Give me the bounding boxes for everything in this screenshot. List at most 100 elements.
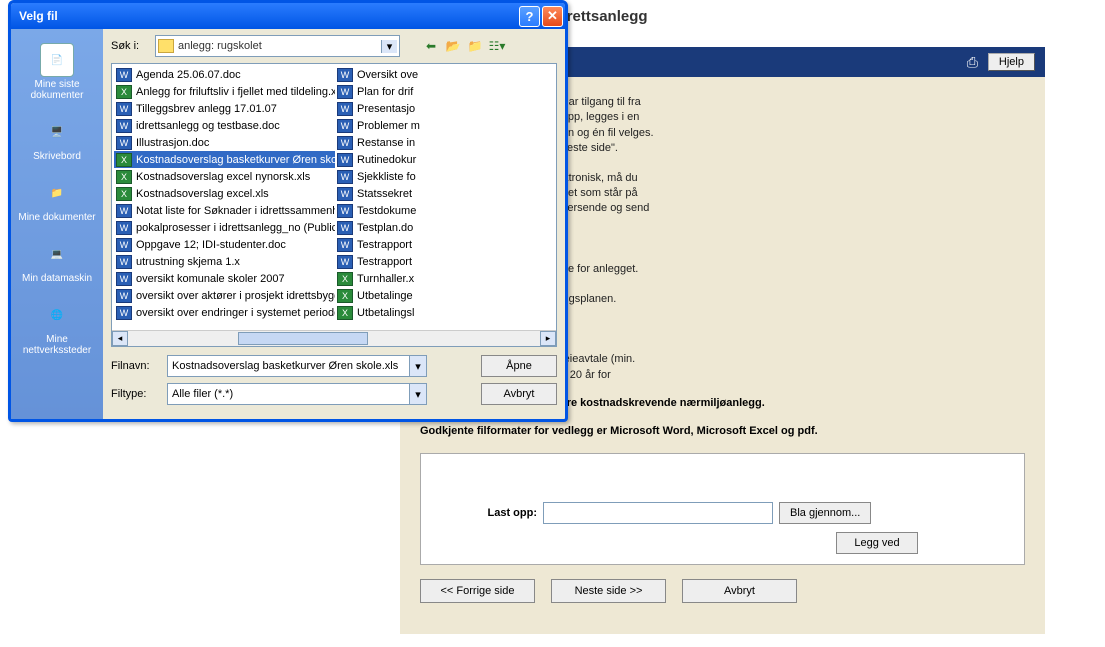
file-item[interactable]: W Testrapport <box>335 253 556 270</box>
word-file-icon: W <box>116 255 132 269</box>
word-file-icon: W <box>337 68 353 82</box>
word-file-icon: W <box>337 204 353 218</box>
word-file-icon: W <box>116 136 132 150</box>
chevron-down-icon[interactable]: ▾ <box>409 384 426 404</box>
file-item[interactable]: W Testplan.do <box>335 219 556 236</box>
scroll-thumb[interactable] <box>238 332 368 345</box>
cancel-page-button[interactable]: Avbryt <box>682 579 797 603</box>
file-name: Utbetalingsl <box>357 307 414 319</box>
scroll-left-icon[interactable]: ◂ <box>112 331 128 346</box>
place-label: Mine dokumenter <box>18 212 95 223</box>
file-item[interactable]: WOppgave 12; IDI-studenter.doc <box>114 236 335 253</box>
help-button[interactable]: Hjelp <box>988 53 1035 71</box>
file-name: Anlegg for friluftsliv i fjellet med til… <box>136 86 335 98</box>
file-item[interactable]: Woversikt over endringer i systemet peri… <box>114 304 335 321</box>
word-file-icon: W <box>337 85 353 99</box>
file-item[interactable]: WNotat liste for Søknader i idrettssamme… <box>114 202 335 219</box>
file-item[interactable]: XAnlegg for friluftsliv i fjellet med ti… <box>114 83 335 100</box>
lookin-combo[interactable]: anlegg: rugskolet ▾ <box>155 35 400 57</box>
chevron-down-icon[interactable]: ▾ <box>381 40 397 53</box>
file-name: Oppgave 12; IDI-studenter.doc <box>136 239 286 251</box>
place-label: Min datamaskin <box>22 273 92 284</box>
back-icon[interactable]: ⬅ <box>422 37 440 55</box>
filename-input[interactable]: Kostnadsoverslag basketkurver Øren skole… <box>167 355 427 377</box>
file-name: Turnhaller.x <box>357 273 414 285</box>
file-item[interactable]: WOversikt ove <box>335 66 556 83</box>
file-name: Kostnadsoverslag excel nynorsk.xls <box>136 171 310 183</box>
views-icon[interactable]: ☷▾ <box>488 37 506 55</box>
word-file-icon: W <box>337 255 353 269</box>
scroll-right-icon[interactable]: ▸ <box>540 331 556 346</box>
word-file-icon: W <box>116 221 132 235</box>
file-item[interactable]: W Illustrasjon.doc <box>114 134 335 151</box>
word-file-icon: W <box>337 102 353 116</box>
attach-button[interactable]: Legg ved <box>836 532 918 554</box>
file-name: Testrapport <box>357 256 412 268</box>
file-item[interactable]: X Utbetalinge <box>335 287 556 304</box>
file-name: idrettsanlegg og testbase.doc <box>136 120 280 132</box>
file-item[interactable]: W Presentasjo <box>335 100 556 117</box>
file-item[interactable]: W Problemer m <box>335 117 556 134</box>
file-item[interactable]: WPlan for drif <box>335 83 556 100</box>
file-item[interactable]: WRestanse in <box>335 134 556 151</box>
browse-button[interactable]: Bla gjennom... <box>779 502 871 524</box>
place-label: Mine nettverkssteder <box>23 334 91 356</box>
file-name: oversikt over aktører i prosjekt idretts… <box>136 290 335 302</box>
file-item[interactable]: Wpokalprosesser i idrettsanlegg_no (Publ… <box>114 219 335 236</box>
word-file-icon: W <box>337 221 353 235</box>
file-item[interactable]: Wutrustning skjema 1.x <box>114 253 335 270</box>
file-list[interactable]: WAgenda 25.06.07.docXAnlegg for frilufts… <box>111 63 557 347</box>
folder-icon: 📁 <box>40 176 74 210</box>
file-name: Presentasjo <box>357 103 415 115</box>
filename-value: Kostnadsoverslag basketkurver Øren skole… <box>168 360 409 372</box>
excel-file-icon: X <box>337 289 353 303</box>
excel-file-icon: X <box>337 272 353 286</box>
lookin-label: Søk i: <box>111 40 151 52</box>
file-item[interactable]: XUtbetalingsl <box>335 304 556 321</box>
file-name: Testplan.do <box>357 222 413 234</box>
upload-input[interactable] <box>543 502 773 524</box>
file-item[interactable]: WTestrapport <box>335 236 556 253</box>
file-item[interactable]: XKostnadsoverslag basketkurver Øren skol… <box>114 151 335 168</box>
file-item[interactable]: Woversikt over aktører i prosjekt idrett… <box>114 287 335 304</box>
word-file-icon: W <box>337 153 353 167</box>
up-folder-icon[interactable]: 📂 <box>444 37 462 55</box>
file-name: Illustrasjon.doc <box>136 137 209 149</box>
file-item[interactable]: WRutinedokur <box>335 151 556 168</box>
file-item[interactable]: WAgenda 25.06.07.doc <box>114 66 335 83</box>
print-icon[interactable]: ⎙ <box>967 54 978 71</box>
formats-text: Godkjente filformater for vedlegg er Mic… <box>420 425 1025 437</box>
file-name: utrustning skjema 1.x <box>136 256 240 268</box>
cancel-button[interactable]: Avbryt <box>481 383 557 405</box>
prev-page-button[interactable]: << Forrige side <box>420 579 535 603</box>
file-item[interactable]: Widrettsanlegg og testbase.doc <box>114 117 335 134</box>
word-file-icon: W <box>337 119 353 133</box>
file-item[interactable]: WTestdokume <box>335 202 556 219</box>
file-item[interactable]: WStatssekret <box>335 185 556 202</box>
file-name: Testrapport <box>357 239 412 251</box>
lookin-value: anlegg: rugskolet <box>178 40 377 52</box>
place-network[interactable]: 🌐 Mine nettverkssteder <box>17 294 97 360</box>
file-item[interactable]: X Turnhaller.x <box>335 270 556 287</box>
file-name: Problemer m <box>357 120 420 132</box>
next-page-button[interactable]: Neste side >> <box>551 579 666 603</box>
place-desktop[interactable]: 🖥️ Skrivebord <box>17 111 97 166</box>
file-item[interactable]: XKostnadsoverslag excel nynorsk.xls <box>114 168 335 185</box>
filetype-combo[interactable]: Alle filer (*.*) ▾ <box>167 383 427 405</box>
horizontal-scrollbar[interactable]: ◂ ▸ <box>112 330 556 346</box>
place-computer[interactable]: 💻 Min datamaskin <box>17 233 97 288</box>
chevron-down-icon[interactable]: ▾ <box>409 356 426 376</box>
word-file-icon: W <box>116 272 132 286</box>
dialog-close-button[interactable]: ✕ <box>542 6 563 27</box>
dialog-help-button[interactable]: ? <box>519 6 540 27</box>
file-name: Utbetalinge <box>357 290 413 302</box>
place-recent[interactable]: 📄 Mine siste dokumenter <box>17 39 97 105</box>
new-folder-icon[interactable]: 📁 <box>466 37 484 55</box>
place-mydocs[interactable]: 📁 Mine dokumenter <box>17 172 97 227</box>
file-item[interactable]: WSjekkliste fo <box>335 168 556 185</box>
file-item[interactable]: XKostnadsoverslag excel.xls <box>114 185 335 202</box>
file-item[interactable]: WTilleggsbrev anlegg 17.01.07 <box>114 100 335 117</box>
open-button[interactable]: Åpne <box>481 355 557 377</box>
file-item[interactable]: Woversikt komunale skoler 2007 <box>114 270 335 287</box>
file-name: Notat liste for Søknader i idrettssammen… <box>136 205 335 217</box>
